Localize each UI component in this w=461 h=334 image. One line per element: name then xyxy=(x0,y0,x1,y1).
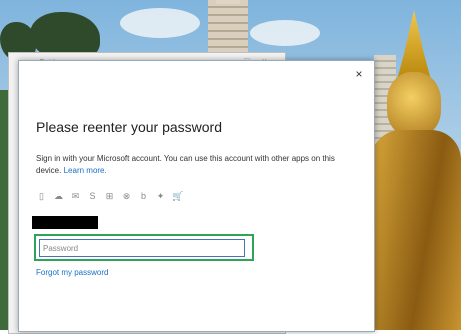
statue-body xyxy=(371,130,461,330)
dialog-heading: Please reenter your password xyxy=(36,119,222,135)
golden-statue xyxy=(371,10,461,330)
redacted-username xyxy=(32,216,98,229)
outlook-icon: ✉ xyxy=(71,191,80,201)
xbox-icon: ⊗ xyxy=(122,191,131,201)
cloud xyxy=(250,20,320,46)
password-highlight-box xyxy=(34,234,254,261)
cloud xyxy=(120,8,200,38)
store-icon: 🛒 xyxy=(172,191,184,201)
service-icons: ▯ ☁ ✉ S ⊞ ⊗ b ✦ 🛒 xyxy=(36,191,183,202)
dialog-description: Sign in with your Microsoft account. You… xyxy=(36,153,336,177)
office-icon: ▯ xyxy=(39,191,44,201)
password-input[interactable] xyxy=(39,239,245,257)
forgot-password-link[interactable]: Forgot my password xyxy=(36,268,108,277)
reenter-password-dialog: × Please reenter your password Sign in w… xyxy=(18,60,375,332)
close-button[interactable]: × xyxy=(350,65,368,83)
bing-icon: b xyxy=(140,191,146,201)
onedrive-icon: ☁ xyxy=(54,191,63,201)
windows-icon: ⊞ xyxy=(105,191,114,201)
statue-crown xyxy=(397,10,431,80)
learn-more-link[interactable]: Learn more. xyxy=(64,166,107,175)
msn-icon: ✦ xyxy=(156,191,165,201)
skype-icon: S xyxy=(89,191,96,201)
temple-tower xyxy=(208,0,248,58)
statue-face xyxy=(387,72,441,136)
